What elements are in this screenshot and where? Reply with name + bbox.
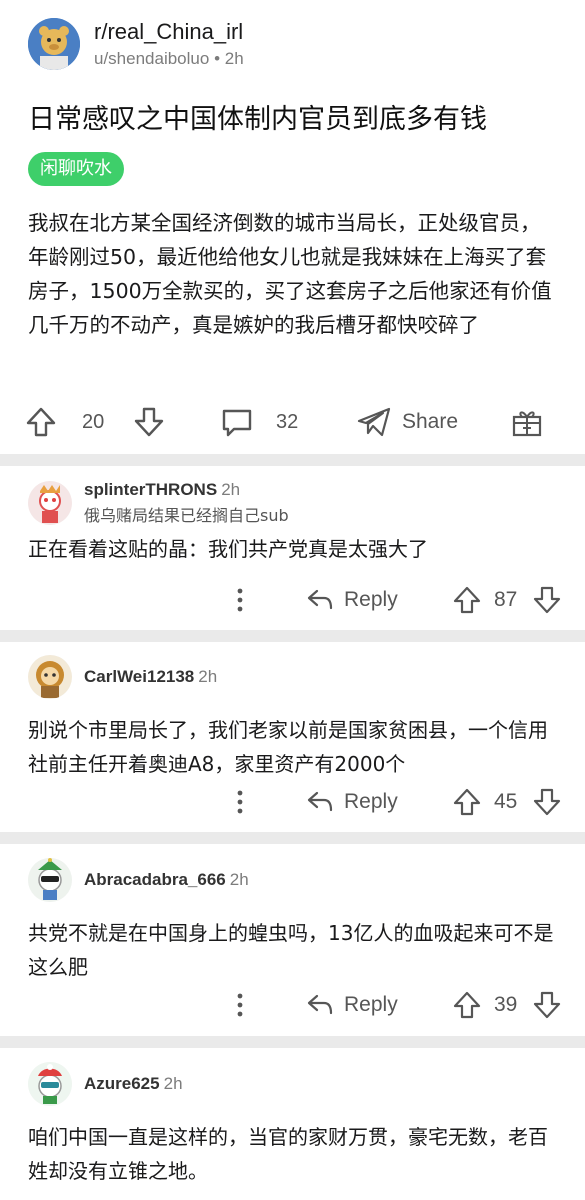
comment-user: CarlWei12138 2h (84, 667, 217, 687)
post-header: r/real_China_irl u/shendaiboluo • 2h (28, 18, 557, 70)
downvote-icon (533, 991, 561, 1019)
comment-username[interactable]: CarlWei12138 (84, 667, 194, 686)
comment-actions: Reply 87 (0, 580, 585, 620)
more-button[interactable] (228, 580, 252, 620)
comment: Abracadabra_666 2h 共党不就是在中国身上的蝗虫吗，13亿人的血吸… (0, 858, 585, 984)
post-time: 2h (224, 49, 244, 68)
downvote-icon (134, 407, 164, 437)
comment-downvote-button[interactable] (532, 985, 562, 1025)
comment-actions: Reply 39 (0, 985, 585, 1025)
upvote-icon (26, 407, 56, 437)
reply-icon (307, 994, 333, 1015)
comment-upvote-button[interactable] (452, 985, 482, 1025)
post: r/real_China_irl u/shendaiboluo • 2h 日常感… (0, 0, 585, 452)
post-share-button[interactable]: Share (356, 405, 458, 439)
comment-username[interactable]: Abracadabra_666 (84, 870, 226, 889)
post-actions-bar: 20 32 Share (0, 398, 585, 446)
reply-label: Reply (344, 588, 398, 611)
post-flair[interactable]: 闲聊吹水 (28, 152, 124, 186)
downvote-icon (533, 788, 561, 816)
comment-body: 咱们中国一直是这样的，当官的家财万贯，豪宅无数，老百姓却没有立锥之地。 (28, 1125, 548, 1183)
comment-username[interactable]: splinterTHRONS (84, 480, 217, 499)
gift-icon (512, 411, 542, 437)
comment-time: 2h (229, 870, 249, 889)
comment-time: 2h (221, 480, 241, 499)
comment-time: 2h (163, 1074, 183, 1093)
avatar[interactable] (28, 655, 72, 699)
post-comments-button[interactable] (220, 405, 254, 439)
section-divider (0, 454, 585, 466)
upvote-icon (453, 788, 481, 816)
comment-header: CarlWei12138 2h (28, 655, 557, 699)
comment-body: 共党不就是在中国身上的蝗虫吗，13亿人的血吸起来可不是这么肥 (28, 921, 554, 979)
post-body: 我叔在北方某全国经济倒数的城市当局长，正处级官员，年龄刚过50，最近他给他女儿也… (28, 211, 552, 337)
reply-label: Reply (344, 790, 398, 813)
user-flair: 俄乌赌局结果已经搁自己sub (84, 506, 289, 525)
post-vote-count: 20 (82, 410, 105, 433)
more-button[interactable] (228, 985, 252, 1025)
avatar[interactable] (28, 1062, 72, 1106)
share-icon (357, 407, 391, 437)
more-icon (237, 993, 243, 1017)
section-divider (0, 630, 585, 642)
comment-user: Azure625 2h (84, 1074, 183, 1094)
comment-header: splinterTHRONS 2h 俄乌赌局结果已经搁自己sub (28, 480, 557, 526)
comment-time: 2h (198, 667, 218, 686)
reply-button[interactable]: Reply (306, 580, 398, 620)
reply-button[interactable]: Reply (306, 782, 398, 822)
avatar[interactable] (28, 481, 72, 525)
comment-username[interactable]: Azure625 (84, 1074, 160, 1093)
comment: Azure625 2h 咱们中国一直是这样的，当官的家财万贯，豪宅无数，老百姓却没… (0, 1062, 585, 1188)
comment-score: 39 (494, 993, 518, 1016)
comment-upvote-button[interactable] (452, 782, 482, 822)
avatar[interactable] (28, 858, 72, 902)
post-downvote-button[interactable] (132, 405, 166, 439)
comment-score: 87 (494, 588, 518, 611)
post-author[interactable]: u/shendaiboluo (94, 49, 209, 68)
comment-upvote-button[interactable] (452, 580, 482, 620)
post-byline: u/shendaiboluo • 2h (94, 49, 244, 69)
post-award-button[interactable] (510, 405, 544, 439)
more-icon (237, 588, 243, 612)
reply-icon (307, 589, 333, 610)
comment-downvote-button[interactable] (532, 782, 562, 822)
comment-user: Abracadabra_666 2h (84, 870, 249, 890)
reply-label: Reply (344, 993, 398, 1016)
comment: CarlWei12138 2h 别说个市里局长了，我们老家以前是国家贫困县，一个信… (0, 655, 585, 781)
upvote-icon (453, 586, 481, 614)
downvote-icon (533, 586, 561, 614)
post-upvote-button[interactable] (24, 405, 58, 439)
share-label: Share (402, 410, 459, 433)
subreddit-avatar[interactable] (28, 18, 80, 70)
section-divider (0, 832, 585, 844)
byline-separator: • (214, 49, 221, 68)
comment-icon (222, 409, 252, 437)
post-title: 日常感叹之中国体制内官员到底多有钱 (28, 104, 487, 135)
section-divider (0, 1036, 585, 1048)
upvote-icon (453, 991, 481, 1019)
comment-body: 别说个市里局长了，我们老家以前是国家贫困县，一个信用社前主任开着奥迪A8，家里资… (28, 718, 548, 776)
comment-body: 正在看着这贴的晶：我们共产党真是太强大了 (28, 537, 428, 561)
subreddit-name[interactable]: r/real_China_irl (94, 19, 244, 45)
comment: splinterTHRONS 2h 俄乌赌局结果已经搁自己sub 正在看着这贴的晶… (0, 480, 585, 566)
more-button[interactable] (228, 782, 252, 822)
comment-header: Abracadabra_666 2h (28, 858, 557, 902)
comment-header: Azure625 2h (28, 1062, 557, 1106)
comment-score: 45 (494, 790, 518, 813)
reply-icon (307, 791, 333, 812)
comment-user: splinterTHRONS 2h 俄乌赌局结果已经搁自己sub (84, 480, 289, 526)
reply-button[interactable]: Reply (306, 985, 398, 1025)
post-meta: r/real_China_irl u/shendaiboluo • 2h (94, 19, 244, 69)
comment-actions: Reply 45 (0, 782, 585, 822)
post-comment-count: 32 (276, 410, 299, 433)
comment-downvote-button[interactable] (532, 580, 562, 620)
more-icon (237, 790, 243, 814)
